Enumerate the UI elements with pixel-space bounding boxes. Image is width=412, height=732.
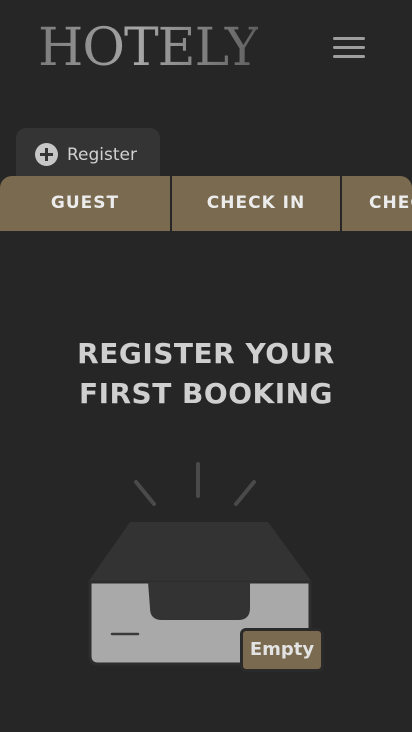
headline-line-1: REGISTER YOUR bbox=[77, 337, 335, 370]
booking-tabs: GUEST CHECK IN CHECK OUT bbox=[0, 176, 412, 231]
hamburger-menu-icon[interactable] bbox=[328, 30, 370, 66]
empty-badge: Empty bbox=[240, 628, 324, 672]
app-logo: HOTELY bbox=[38, 18, 259, 78]
app-header: HOTELY bbox=[0, 0, 412, 100]
headline-line-2: FIRST BOOKING bbox=[78, 377, 334, 410]
tab-check-in[interactable]: CHECK IN bbox=[172, 176, 340, 231]
register-tab-label: Register bbox=[67, 145, 137, 165]
plus-circle-icon bbox=[35, 143, 58, 166]
tab-guest[interactable]: GUEST bbox=[0, 176, 170, 231]
empty-state-headline: REGISTER YOUR FIRST BOOKING bbox=[0, 334, 412, 414]
tab-check-out[interactable]: CHECK OUT bbox=[342, 176, 412, 231]
